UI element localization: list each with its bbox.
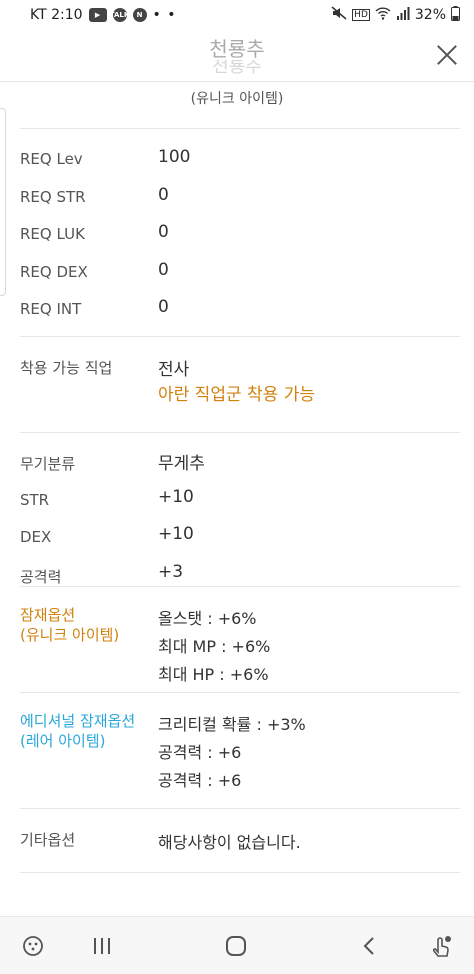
- potential-label: 잠재옵션 (유니크 아이템): [20, 605, 158, 645]
- hd-icon: HD: [352, 9, 370, 21]
- stat-label: 공격력: [20, 567, 62, 586]
- req-value: 0: [158, 259, 169, 280]
- recent-apps-icon[interactable]: [87, 931, 117, 961]
- potential-label-title: 잠재옵션: [20, 606, 76, 624]
- req-label: REQ LUK: [20, 225, 85, 243]
- stat-value: 무게추: [158, 454, 205, 474]
- req-row: REQ DEX 0: [20, 260, 460, 298]
- touch-lock-icon[interactable]: [426, 931, 456, 961]
- close-button[interactable]: [434, 42, 460, 68]
- talk-icon: TALK: [110, 8, 129, 22]
- system-nav-bar: [0, 916, 474, 974]
- etc-value: 해당사항이 없습니다.: [158, 833, 301, 852]
- back-icon[interactable]: [354, 931, 384, 961]
- game-launcher-icon[interactable]: [18, 931, 48, 961]
- req-row: REQ LUK 0: [20, 222, 460, 260]
- req-value: 100: [158, 147, 191, 167]
- potential-label-grade: (유니크 아이템): [20, 626, 120, 644]
- more-notifications-icon: • •: [152, 7, 177, 23]
- req-value: 0: [158, 297, 169, 317]
- mute-icon: [331, 6, 347, 24]
- req-value: 0: [158, 222, 169, 242]
- naver-icon: N: [132, 8, 147, 22]
- additional-potential-section: 에디셔널 잠재옵션 (레어 아이템) 크리티컬 확률 : +3% 공격력 : +…: [20, 692, 460, 808]
- req-value: 0: [158, 184, 169, 205]
- potential-section: 잠재옵션 (유니크 아이템) 올스탯 : +6% 최대 MP : +6% 최대 …: [20, 586, 460, 692]
- requirements-section: REQ Lev 100 REQ STR 0 REQ LUK 0 REQ DEX …: [20, 128, 460, 336]
- carrier-time: KT 2:10: [30, 7, 83, 23]
- item-title: 천룡추: [209, 37, 265, 61]
- req-label: REQ INT: [20, 300, 82, 318]
- stat-row: 무기분류 무게추: [20, 449, 460, 487]
- job-label: 착용 가능 직업: [20, 359, 113, 377]
- stat-label: 무기분류: [20, 455, 76, 473]
- signal-icon: [396, 6, 410, 24]
- status-bar: KT 2:10 ▶ TALK N • • HD 32%: [0, 0, 474, 30]
- stat-value: +10: [158, 524, 194, 544]
- battery-percent: 32%: [414, 7, 446, 23]
- job-value: 전사: [158, 360, 190, 380]
- battery-icon: [451, 5, 460, 25]
- job-note: 아란 직업군 착용 가능: [158, 385, 315, 405]
- stat-row: DEX +10: [20, 524, 460, 562]
- additional-option: 크리티컬 확률 : +3%: [158, 715, 306, 734]
- stat-label: STR: [20, 490, 50, 509]
- additional-potential-label: 에디셔널 잠재옵션 (레어 아이템): [20, 711, 158, 751]
- req-label: REQ DEX: [20, 262, 88, 281]
- potential-option: 최대 MP : +6%: [158, 637, 271, 656]
- req-row: REQ INT 0: [20, 297, 460, 335]
- scroll-indicator: [0, 108, 6, 296]
- job-section: 착용 가능 직업 전사 아란 직업군 착용 가능: [20, 336, 460, 432]
- wifi-icon: [375, 6, 391, 24]
- additional-label-title: 에디셔널 잠재옵션: [20, 712, 136, 730]
- req-row: REQ Lev 100: [20, 147, 460, 185]
- etc-label: 기타옵션: [20, 831, 76, 849]
- item-header: 천룡추 천룡추: [0, 30, 474, 82]
- stat-value: +10: [158, 486, 194, 507]
- stat-row: STR +10: [20, 487, 460, 525]
- item-title-shadow: 천룡추: [212, 60, 262, 74]
- stat-value: +3: [158, 561, 184, 582]
- additional-label-grade: (레어 아이템): [20, 732, 106, 750]
- item-details: REQ Lev 100 REQ STR 0 REQ LUK 0 REQ DEX …: [20, 128, 460, 873]
- req-label: REQ Lev: [20, 150, 83, 168]
- additional-option: 공격력 : +6: [158, 743, 242, 762]
- home-icon[interactable]: [221, 931, 251, 961]
- youtube-icon: ▶: [88, 8, 107, 22]
- req-label: REQ STR: [20, 187, 86, 206]
- req-row: REQ STR 0: [20, 185, 460, 223]
- potential-option: 최대 HP : +6%: [158, 665, 269, 684]
- additional-option: 공격력 : +6: [158, 771, 242, 790]
- etc-section: 기타옵션 해당사항이 없습니다.: [20, 808, 460, 873]
- stat-label: DEX: [20, 528, 52, 546]
- stats-section: 무기분류 무게추 STR +10 DEX +10 공격력 +3: [20, 432, 460, 586]
- item-grade: (유니크 아이템): [190, 91, 284, 107]
- potential-option: 올스탯 : +6%: [158, 609, 257, 628]
